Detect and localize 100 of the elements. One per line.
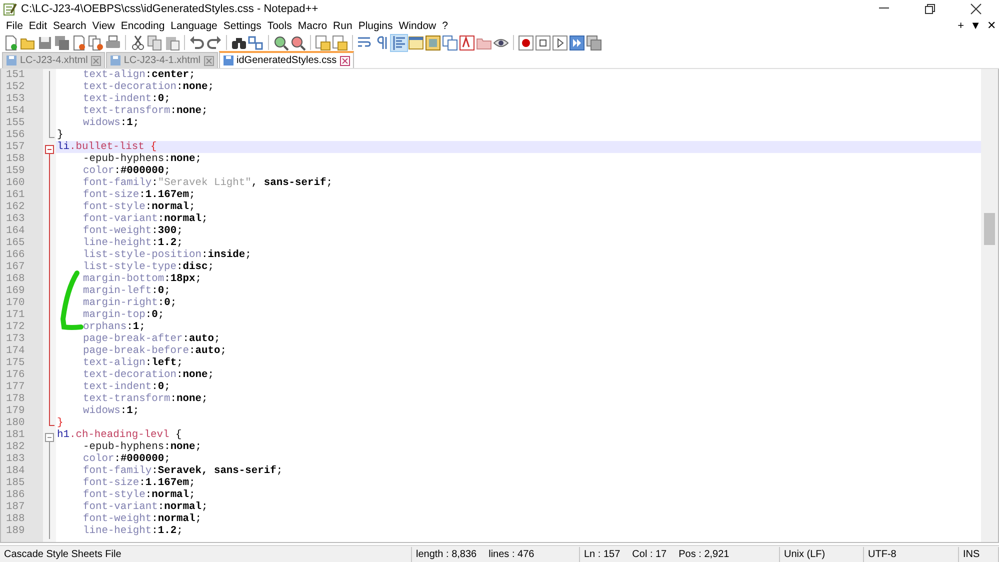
line-number: 189 — [6, 525, 25, 537]
line-number: 176 — [6, 369, 25, 381]
zoom-out-icon[interactable] — [290, 34, 306, 50]
code-line: -epub-hyphens:none; — [83, 441, 202, 453]
menu-item[interactable]: Settings — [220, 18, 264, 32]
line-number: 160 — [6, 177, 25, 189]
code-line: list-style-type:disc; — [83, 261, 214, 273]
code-line: margin-bottom:18px; — [83, 273, 202, 285]
fold-minus-icon[interactable] — [43, 143, 56, 156]
tab-label: LC-J23-4.xhtml — [20, 54, 88, 68]
menu-item[interactable]: View — [89, 18, 118, 32]
add-button[interactable]: + — [954, 18, 968, 32]
length-label: length : 8,836 — [416, 548, 477, 560]
tab-close-icon[interactable] — [204, 56, 214, 66]
close-all-icon[interactable] — [88, 34, 104, 50]
code-line: page-break-after:auto; — [83, 333, 220, 345]
notepad-app-icon — [3, 2, 17, 16]
line-number: 186 — [6, 489, 25, 501]
scrollbar-track[interactable] — [981, 69, 998, 542]
sync-horizontal-icon[interactable] — [332, 34, 348, 50]
new-file-icon[interactable] — [3, 34, 19, 50]
print-icon[interactable] — [105, 34, 121, 50]
menu-item[interactable]: ? — [439, 18, 451, 32]
file-tab[interactable]: idGeneratedStyles.css — [218, 51, 354, 68]
undo-icon[interactable] — [189, 34, 205, 50]
menu-item[interactable]: Search — [50, 18, 90, 32]
document-map-icon[interactable] — [425, 34, 441, 50]
position-label: Pos : 2,921 — [678, 548, 730, 560]
scrollbar-thumb[interactable] — [984, 213, 995, 245]
zoom-in-icon[interactable] — [273, 34, 289, 50]
scissors-icon[interactable] — [130, 34, 146, 50]
copy-icon[interactable] — [147, 34, 163, 50]
code-line: h1.ch-heading-levl { — [57, 429, 182, 441]
save-macro-icon[interactable] — [586, 34, 602, 50]
code-line: li.bullet-list { — [57, 141, 157, 153]
close-icon[interactable] — [970, 3, 982, 15]
save-all-icon[interactable] — [54, 34, 70, 50]
line-number: 182 — [6, 441, 25, 453]
menu-item[interactable]: Plugins — [355, 18, 396, 32]
menu-item[interactable]: Edit — [26, 18, 50, 32]
code-line: orphans:1; — [83, 321, 146, 333]
line-number: 168 — [6, 273, 25, 285]
code-line: } — [57, 129, 64, 141]
line-number: 151 — [6, 69, 25, 81]
code-line: page-break-before:auto; — [83, 345, 226, 357]
fold-minus-icon[interactable] — [43, 431, 56, 444]
line-number: 155 — [6, 117, 25, 129]
line-label: Ln : 157 — [584, 548, 620, 560]
file-tab[interactable]: LC-J23-4-1.xhtml — [106, 52, 218, 68]
save-icon[interactable] — [37, 34, 53, 50]
indent-guide-icon[interactable] — [391, 34, 407, 50]
dropdown-button[interactable]: ▼ — [967, 18, 984, 32]
code-line: font-size:1.167em; — [83, 477, 196, 489]
menu-item[interactable]: Language — [168, 18, 220, 32]
menu-item[interactable]: Window — [396, 18, 440, 32]
restore-icon[interactable] — [924, 3, 936, 15]
menu-item[interactable]: File — [3, 18, 26, 32]
file-tab[interactable]: LC-J23-4.xhtml — [2, 52, 105, 68]
fast-forward-icon[interactable] — [569, 34, 585, 50]
menu-item[interactable]: Run — [330, 18, 356, 32]
redo-icon[interactable] — [206, 34, 222, 50]
line-number: 188 — [6, 513, 25, 525]
function-list-icon[interactable] — [442, 34, 458, 50]
code-line: font-weight:normal; — [83, 513, 202, 525]
line-number: 179 — [6, 405, 25, 417]
line-number: 166 — [6, 249, 25, 261]
code-line: font-size:1.167em; — [83, 189, 196, 201]
code-line: font-weight:300; — [83, 225, 183, 237]
replace-icon[interactable] — [248, 34, 264, 50]
menu-item[interactable]: Tools — [264, 18, 295, 32]
play-icon[interactable] — [552, 34, 568, 50]
code-line: line-height:1.2; — [83, 525, 183, 537]
code-line: text-decoration:none; — [83, 369, 214, 381]
tab-close-icon[interactable] — [340, 56, 350, 66]
line-number: 153 — [6, 93, 25, 105]
mode-label: INS — [963, 548, 980, 560]
code-line: font-variant:normal; — [83, 501, 208, 513]
line-number: 161 — [6, 189, 25, 201]
close-button[interactable]: ✕ — [984, 18, 999, 32]
code-line: text-indent:0; — [83, 381, 170, 393]
close-file-icon[interactable] — [71, 34, 87, 50]
code-line: widows:1; — [83, 117, 140, 129]
tab-close-icon[interactable] — [90, 56, 101, 66]
line-number: 157 — [6, 141, 25, 153]
code-line: font-family:Seravek, sans-serif; — [83, 465, 283, 477]
code-line: margin-top:0; — [83, 309, 164, 321]
paste-icon[interactable] — [164, 34, 180, 50]
menu-item[interactable]: Encoding — [118, 18, 168, 32]
panel-icon[interactable] — [408, 34, 424, 50]
tab-label: idGeneratedStyles.css — [236, 54, 337, 68]
menu-item[interactable]: Macro — [294, 18, 330, 32]
code-line: text-align:left; — [83, 357, 183, 369]
code-line: text-align:center; — [83, 69, 196, 81]
column-label: Col : 17 — [632, 548, 667, 560]
line-number: 172 — [6, 321, 25, 333]
sync-vertical-icon[interactable] — [315, 34, 331, 50]
record-icon[interactable] — [518, 34, 534, 50]
line-number: 158 — [6, 153, 25, 165]
stop-icon[interactable] — [535, 34, 551, 50]
encoding-label: UTF-8 — [868, 548, 896, 560]
